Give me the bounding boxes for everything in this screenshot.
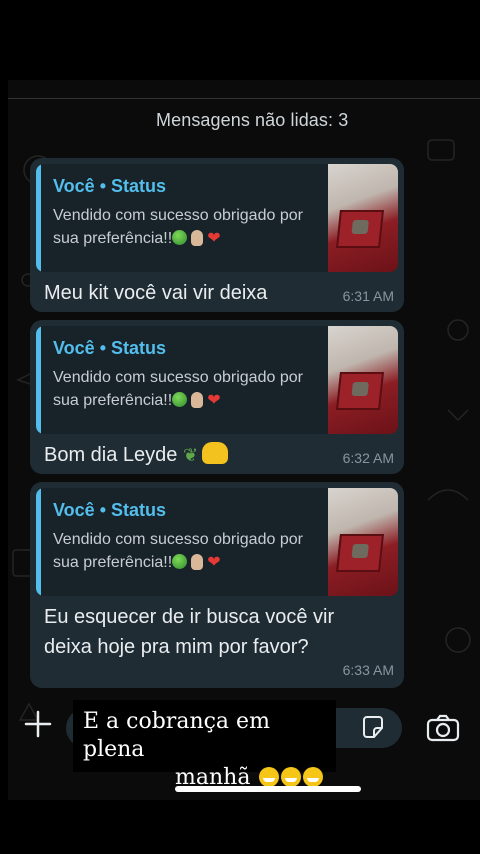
grinning-emoji-icon bbox=[303, 767, 324, 787]
quote-text: Vendido com sucesso obrigado por sua pre… bbox=[53, 366, 315, 412]
grinning-emoji-icon bbox=[259, 767, 280, 787]
hand-emoji-icon bbox=[191, 230, 204, 246]
status-thumbnail bbox=[328, 326, 398, 434]
sticker-icon[interactable] bbox=[360, 714, 386, 740]
status-thumbnail bbox=[328, 488, 398, 596]
quote-author: Você • Status bbox=[53, 500, 167, 520]
raised-hands-emoji-icon bbox=[202, 442, 229, 464]
message-text: Eu esquecer de ir busca você vir deixa h… bbox=[44, 606, 335, 658]
heart-emoji-icon: ❤ bbox=[207, 392, 221, 409]
home-indicator[interactable] bbox=[175, 786, 361, 792]
hand-emoji-icon bbox=[191, 392, 204, 408]
globe-emoji-icon bbox=[172, 554, 188, 569]
heart-emoji-icon: ❤ bbox=[207, 230, 221, 247]
quote-text: Vendido com sucesso obrigado por sua pre… bbox=[53, 204, 315, 250]
status-reply-quote[interactable]: Você • Status Vendido com sucesso obriga… bbox=[36, 326, 398, 434]
message-time: 6:32 AM bbox=[342, 450, 394, 466]
heart-emoji-icon: ❤ bbox=[207, 554, 221, 571]
camera-icon[interactable] bbox=[426, 714, 460, 742]
message-bubble-3[interactable]: Você • Status Vendido com sucesso obriga… bbox=[30, 482, 404, 688]
hand-emoji-icon bbox=[191, 554, 204, 570]
quote-accent-bar bbox=[36, 326, 41, 434]
caption-line-1: E a cobrança em plena bbox=[83, 709, 270, 762]
globe-emoji-icon bbox=[172, 230, 188, 245]
kit-box-image bbox=[336, 210, 384, 248]
herb-emoji-icon: ❦ bbox=[182, 445, 199, 465]
kit-box-image bbox=[336, 372, 384, 410]
divider bbox=[8, 98, 480, 99]
status-reply-quote[interactable]: Você • Status Vendido com sucesso obriga… bbox=[36, 164, 398, 272]
status-thumbnail bbox=[328, 164, 398, 272]
unread-messages-banner: Mensagens não lidas: 3 bbox=[156, 110, 349, 130]
message-text-content: Bom dia Leyde bbox=[44, 444, 178, 466]
quote-accent-bar bbox=[36, 488, 41, 596]
quote-accent-bar bbox=[36, 164, 41, 272]
quote-author: Você • Status bbox=[53, 176, 167, 196]
message-time: 6:31 AM bbox=[342, 288, 394, 304]
message-bubble-2[interactable]: Você • Status Vendido com sucesso obriga… bbox=[30, 320, 404, 474]
message-bubble-1[interactable]: Você • Status Vendido com sucesso obriga… bbox=[30, 158, 404, 312]
story-caption: E a cobrança em plena manhã bbox=[73, 700, 336, 790]
grinning-emoji-icon bbox=[281, 767, 302, 787]
globe-emoji-icon bbox=[172, 392, 188, 407]
message-time: 6:33 AM bbox=[342, 662, 394, 678]
quote-text: Vendido com sucesso obrigado por sua pre… bbox=[53, 528, 315, 574]
chat-screen: Mensagens não lidas: 3 Você • Status Ven… bbox=[8, 80, 480, 800]
plus-icon[interactable] bbox=[24, 710, 52, 738]
status-reply-quote[interactable]: Você • Status Vendido com sucesso obriga… bbox=[36, 488, 398, 596]
kit-box-image bbox=[336, 534, 384, 572]
quote-author: Você • Status bbox=[53, 338, 167, 358]
